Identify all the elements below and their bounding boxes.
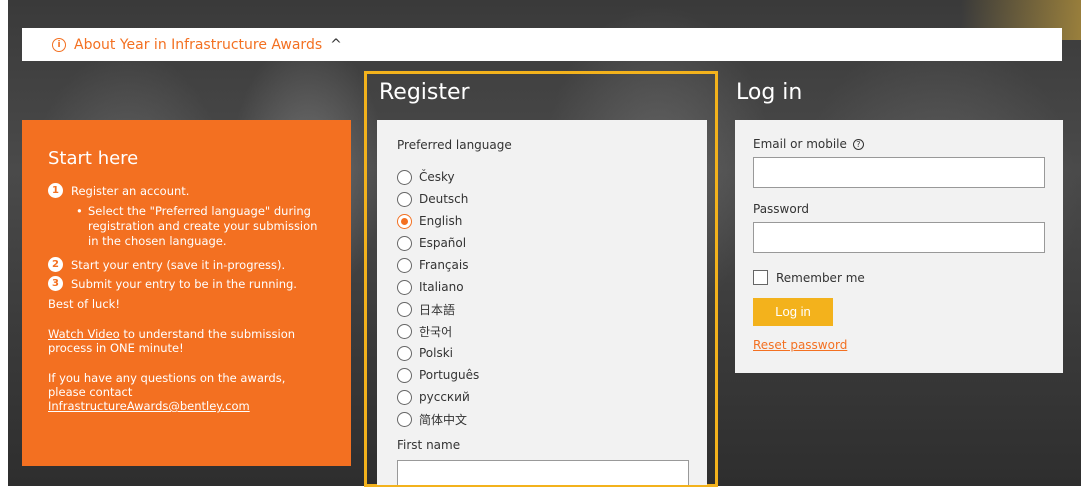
remember-me-checkbox[interactable] [753, 270, 768, 285]
password-label: Password [753, 202, 810, 216]
contact-paragraph: If you have any questions on the awards,… [48, 371, 325, 413]
language-label: Español [419, 236, 467, 250]
email-input[interactable] [753, 157, 1045, 188]
language-option[interactable]: English [397, 210, 687, 232]
language-option[interactable]: Deutsch [397, 188, 687, 210]
language-radio[interactable] [397, 191, 412, 207]
step-2-text: Start your entry (save it in-progress). [71, 257, 286, 272]
step-number-1: 1 [48, 183, 63, 198]
about-label: About Year in Infrastructure Awards [74, 36, 323, 53]
start-title: Start here [48, 148, 139, 169]
language-option[interactable]: 日本語 [397, 298, 687, 320]
language-label: Français [419, 258, 469, 272]
remember-me-label: Remember me [776, 270, 865, 285]
register-title: Register [379, 80, 470, 105]
language-radio[interactable] [397, 301, 412, 317]
language-option[interactable]: 한국어 [397, 320, 687, 342]
language-radio-group: Česky Deutsch English Español Français Italia… [397, 166, 687, 430]
step-3: 3 Submit your entry to be in the running… [48, 276, 325, 291]
language-radio[interactable] [397, 169, 412, 185]
language-option[interactable]: Français [397, 254, 687, 276]
contact-email-link[interactable]: InfrastructureAwards@bentley.com [48, 399, 250, 413]
language-radio[interactable] [397, 345, 412, 361]
language-option[interactable]: Česky [397, 166, 687, 188]
login-button[interactable]: Log in [753, 298, 833, 326]
login-title: Log in [736, 80, 803, 105]
step-number-2: 2 [48, 257, 63, 272]
email-label: Email or mobile [753, 137, 847, 151]
email-label-row: Email or mobile ? [753, 137, 1045, 151]
step-1-text: Register an account. [71, 183, 190, 198]
register-form: Preferred language Česky Deutsch English Es… [377, 120, 707, 485]
language-label: Deutsch [419, 192, 469, 206]
language-option[interactable]: 简体中文 [397, 408, 687, 430]
watch-video-link[interactable]: Watch Video [48, 327, 120, 341]
login-form: Email or mobile ? Password Remember me L… [735, 120, 1063, 373]
language-radio[interactable] [397, 323, 412, 339]
language-radio[interactable] [397, 257, 412, 273]
language-radio[interactable] [397, 411, 412, 427]
language-label: 日本語 [419, 302, 456, 317]
chevron-up-icon: ^ [330, 36, 342, 53]
language-radio[interactable] [397, 279, 412, 295]
step-1-bullet: Select the "Preferred language" during r… [48, 204, 325, 249]
step-number-3: 3 [48, 276, 63, 291]
language-radio[interactable] [397, 213, 412, 229]
luck-text: Best of luck! [48, 297, 120, 311]
language-option[interactable]: Português [397, 364, 687, 386]
language-radio[interactable] [397, 367, 412, 383]
language-option[interactable]: Italiano [397, 276, 687, 298]
remember-me-row[interactable]: Remember me [753, 270, 1045, 285]
language-radio[interactable] [397, 235, 412, 251]
language-label: русский [419, 390, 470, 404]
password-input[interactable] [753, 222, 1045, 253]
contact-text: If you have any questions on the awards,… [48, 371, 286, 399]
language-option[interactable]: русский [397, 386, 687, 408]
video-paragraph: Watch Video to understand the submission… [48, 327, 325, 355]
start-here-panel: Start here 1 Register an account. Select… [22, 120, 351, 466]
first-name-input[interactable] [397, 460, 689, 485]
preferred-language-label: Preferred language [397, 138, 512, 152]
language-label: Polski [419, 346, 454, 360]
language-radio[interactable] [397, 389, 412, 405]
first-name-label: First name [397, 438, 461, 452]
language-label: Italiano [419, 280, 464, 294]
about-bar[interactable]: i About Year in Infrastructure Awards ^ [22, 28, 1062, 61]
step-1: 1 Register an account. [48, 183, 325, 198]
language-option[interactable]: Español [397, 232, 687, 254]
language-label: Česky [419, 170, 455, 184]
language-label: 한국어 [419, 324, 453, 339]
reset-password-link[interactable]: Reset password [753, 338, 1045, 352]
language-option[interactable]: Polski [397, 342, 687, 364]
step-3-text: Submit your entry to be in the running. [71, 276, 297, 291]
help-icon[interactable]: ? [852, 138, 864, 150]
language-label: Português [419, 368, 480, 382]
info-icon: i [52, 37, 66, 52]
language-label: English [419, 214, 463, 228]
step-2: 2 Start your entry (save it in-progress)… [48, 257, 325, 272]
language-label: 简体中文 [419, 412, 468, 427]
